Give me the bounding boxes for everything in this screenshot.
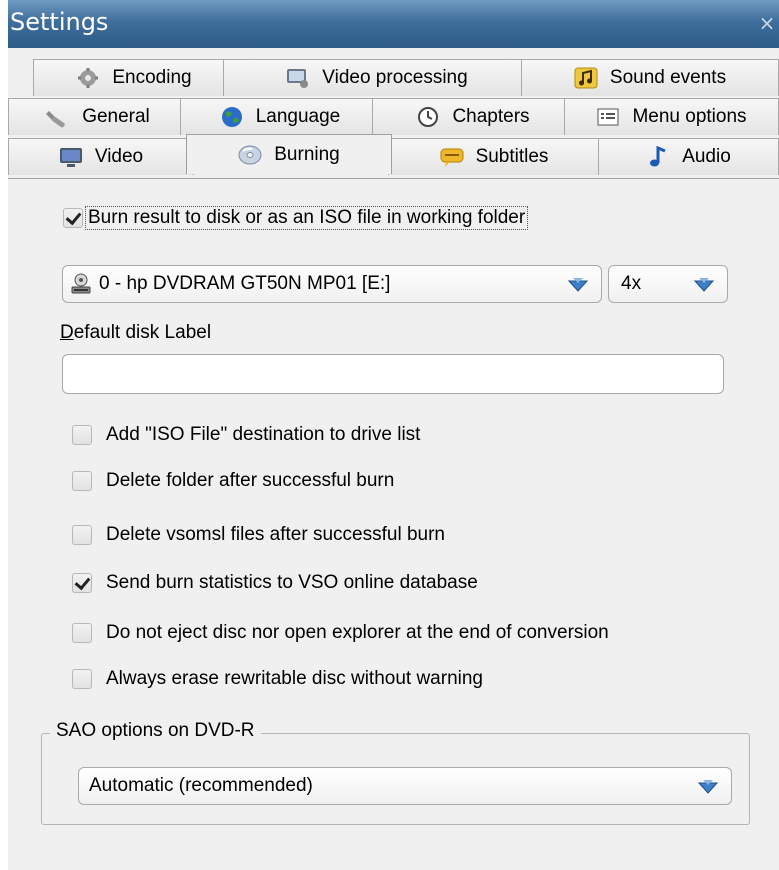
option-delete-folder[interactable]: Delete folder after successful burn [72,470,394,492]
tab-burning[interactable]: Burning [186,134,392,174]
wrench-icon [46,106,70,128]
gears-icon [76,67,100,89]
tab-general[interactable]: General [8,98,188,135]
music-note-icon [646,145,670,168]
dropdown-arrow-icon[interactable] [693,275,715,295]
option-label: Always erase rewritable disc without war… [106,668,483,689]
burn-result-label: Burn result to disk or as an ISO file in… [85,206,529,230]
disk-label-caption: Default disk Label [60,322,211,344]
option-no-eject[interactable]: Do not eject disc nor open explorer at t… [72,622,609,644]
title-bar[interactable]: Settings × [8,0,779,48]
tab-label: Video [94,146,144,167]
drive-value: 0 - hp DVDRAM GT50N MP01 [E:] [99,273,391,294]
dropdown-arrow-icon[interactable] [697,777,719,797]
option-checkbox[interactable] [72,471,92,491]
option-checkbox[interactable] [72,525,92,545]
clock-icon [416,106,440,128]
option-label: Do not eject disc nor open explorer at t… [106,622,609,643]
burn-result-checkbox[interactable] [63,208,83,228]
tab-audio[interactable]: Audio [598,138,779,175]
tab-sound-events[interactable]: Sound events [521,59,779,96]
tab-encoding[interactable]: Encoding [33,59,235,96]
tab-label: Encoding [112,67,192,88]
tab-video-processing[interactable]: Video processing [223,59,531,96]
disk-label-input[interactable] [62,354,724,394]
option-checkbox[interactable] [72,425,92,445]
speed-value: 4x [621,273,642,294]
dropdown-arrow-icon[interactable] [567,275,589,295]
tab-label: Menu options [632,106,747,127]
option-checkbox[interactable] [72,669,92,689]
option-send-statistics[interactable]: Send burn statistics to VSO online datab… [72,572,478,594]
tab-menu-options[interactable]: Menu options [564,98,779,135]
globe-icon [220,106,244,128]
music-note-icon [574,67,598,89]
burn-result-checkbox-row[interactable]: Burn result to disk or as an ISO file in… [63,206,529,230]
close-icon[interactable]: × [757,12,777,34]
speed-select[interactable]: 4x [608,265,728,303]
tab-label: Video processing [322,67,468,88]
disc-icon [238,144,262,166]
video-processing-icon [286,67,310,89]
option-always-erase[interactable]: Always erase rewritable disc without war… [72,668,483,690]
drive-icon [69,272,93,296]
option-label: Add "ISO File" destination to drive list [106,424,421,445]
tab-video[interactable]: Video [8,138,194,175]
sao-select[interactable]: Automatic (recommended) [78,767,732,805]
monitor-icon [59,146,83,168]
option-checkbox[interactable] [72,573,92,593]
tab-label: Chapters [452,106,530,127]
subtitle-bubble-icon [440,146,464,168]
option-label: Send burn statistics to VSO online datab… [106,572,478,593]
tab-subtitles[interactable]: Subtitles [388,138,600,175]
disk-label-rest: efault disk Label [73,322,212,343]
tab-label: General [82,106,150,127]
settings-window: Settings × Encoding Video processing Sou… [8,0,779,870]
option-label: Delete vsomsl files after successful bur… [106,524,445,545]
tab-label: Burning [274,143,340,165]
tab-label: Subtitles [475,146,549,167]
drive-select[interactable]: 0 - hp DVDRAM GT50N MP01 [E:] [62,265,602,303]
disk-label-mnemonic: D [60,322,74,343]
menu-list-icon [596,106,620,128]
window-title: Settings [10,8,109,36]
tab-label: Sound events [609,67,727,88]
option-label: Delete folder after successful burn [106,470,395,491]
option-checkbox[interactable] [72,623,92,643]
sao-legend: SAO options on DVD-R [50,720,261,742]
option-delete-vsomsl[interactable]: Delete vsomsl files after successful bur… [72,524,445,546]
tab-label: Language [255,106,341,127]
tab-language[interactable]: Language [180,98,380,135]
sao-value: Automatic (recommended) [89,775,313,796]
option-iso-destination[interactable]: Add "ISO File" destination to drive list [72,424,420,446]
tab-chapters[interactable]: Chapters [372,98,574,135]
tab-label: Audio [682,146,731,167]
